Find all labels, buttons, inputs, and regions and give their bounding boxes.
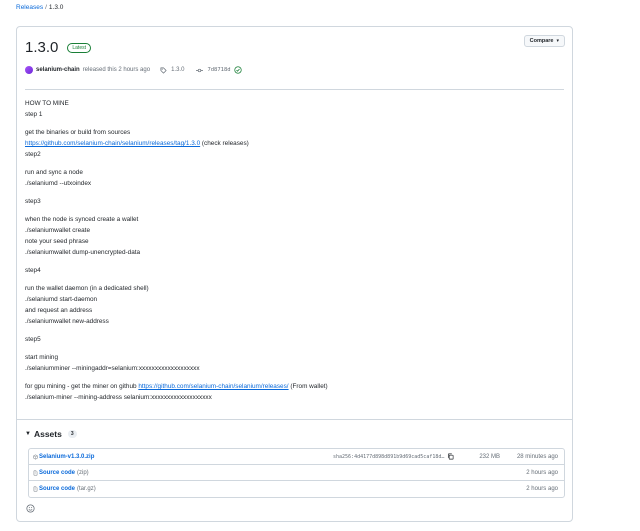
file-zip-icon bbox=[33, 470, 38, 475]
asset-time: 28 minutes ago bbox=[516, 453, 558, 460]
notes-line: (check releases) bbox=[200, 140, 249, 147]
file-zip-icon bbox=[33, 486, 38, 492]
notes-paragraph: run and sync a node ./selaniumd --utxoin… bbox=[25, 167, 565, 189]
breadcrumb-current: 1.3.0 bbox=[48, 4, 64, 11]
assets-heading: Assets bbox=[33, 429, 62, 439]
notes-paragraph: step5 bbox=[25, 334, 565, 345]
caret-down-icon: ▼ bbox=[25, 431, 31, 437]
notes-paragraph: for gpu mining - get the miner on github… bbox=[25, 381, 565, 403]
assets-divider bbox=[17, 419, 572, 420]
release-card: 1.3.0 Latest Compare ▾ selanium-chain re… bbox=[16, 26, 573, 522]
commit-icon bbox=[196, 68, 204, 72]
notes-paragraph: step4 bbox=[25, 265, 565, 276]
package-icon bbox=[33, 454, 38, 459]
avatar[interactable] bbox=[25, 66, 33, 74]
verified-check-icon[interactable] bbox=[234, 66, 242, 74]
notes-line: ./selaniumwallet create bbox=[25, 227, 91, 234]
notes-line: step5 bbox=[25, 336, 41, 343]
asset-link[interactable]: Source code bbox=[39, 486, 75, 492]
notes-line: ./selaniumd start-daemon bbox=[25, 296, 98, 303]
notes-paragraph: start mining ./selaniumminer --miningadd… bbox=[25, 352, 565, 374]
notes-line: HOW TO MINE bbox=[25, 100, 69, 107]
asset-row: Selanium-v1.3.0.zip sha256:4d4177d898d89… bbox=[29, 449, 564, 465]
asset-row: Source code (zip) 2 hours ago bbox=[29, 465, 564, 481]
notes-line: ./selaniumminer --miningaddr=selanium:xx… bbox=[25, 365, 200, 372]
notes-line: step4 bbox=[25, 267, 41, 274]
chevron-down-icon: ▾ bbox=[556, 38, 559, 44]
notes-line: ./selanium-miner --mining-address selani… bbox=[25, 394, 212, 401]
notes-line: for gpu mining - get the miner on github bbox=[25, 383, 139, 390]
notes-line: note your seed phrase bbox=[25, 238, 89, 245]
release-tag-label: 1.3.0 bbox=[171, 67, 185, 73]
notes-line: step 1 bbox=[25, 111, 43, 118]
notes-line: ./selaniumd --utxoindex bbox=[25, 180, 92, 187]
compare-button-label: Compare bbox=[529, 38, 554, 44]
notes-line: start mining bbox=[25, 354, 59, 361]
release-title[interactable]: 1.3.0 bbox=[25, 39, 58, 56]
asset-size: 232 MB bbox=[479, 453, 500, 460]
notes-paragraph: when the node is synced create a wallet … bbox=[25, 214, 565, 258]
release-commit[interactable]: 7d8718d bbox=[196, 67, 231, 74]
asset-format: (zip) bbox=[77, 469, 89, 476]
asset-hash-text: sha256:4d4177d898d891b9d69cad5caf18d… bbox=[333, 453, 445, 460]
asset-time: 2 hours ago bbox=[526, 469, 558, 476]
notes-line: step2 bbox=[25, 151, 41, 158]
release-commit-hash: 7d8718d bbox=[207, 67, 231, 73]
notes-line: run and sync a node bbox=[25, 169, 83, 176]
notes-line: when the node is synced create a wallet bbox=[25, 216, 139, 223]
smiley-icon[interactable] bbox=[26, 504, 35, 513]
latest-badge: Latest bbox=[67, 42, 91, 53]
author-link[interactable]: selanium-chain bbox=[36, 67, 80, 73]
asset-time: 2 hours ago bbox=[526, 486, 558, 492]
notes-paragraph: get the binaries or build from sources h… bbox=[25, 127, 565, 160]
release-tag[interactable]: 1.3.0 bbox=[160, 67, 184, 74]
assets-count: 3 bbox=[67, 430, 77, 438]
release-notes: HOW TO MINE step 1 get the binaries or b… bbox=[25, 98, 565, 410]
breadcrumb-releases-link[interactable]: Releases bbox=[16, 4, 43, 11]
notes-line: ./selaniumwallet new-address bbox=[25, 318, 109, 325]
release-meta: selanium-chain released this 2 hours ago… bbox=[25, 66, 242, 74]
notes-line: step3 bbox=[25, 198, 41, 205]
header-divider bbox=[25, 89, 564, 90]
release-title-row: 1.3.0 Latest bbox=[25, 39, 91, 56]
release-tag-link[interactable]: https://github.com/selanium-chain/selani… bbox=[25, 140, 200, 147]
released-text: released this 2 hours ago bbox=[82, 67, 151, 73]
breadcrumb: Releases/1.3.0 bbox=[16, 4, 63, 11]
compare-button[interactable]: Compare ▾ bbox=[523, 35, 565, 47]
asset-link[interactable]: Source code bbox=[39, 470, 75, 476]
notes-line: (From wallet) bbox=[288, 383, 328, 390]
notes-line: get the binaries or build from sources bbox=[25, 129, 131, 136]
asset-link[interactable]: Selanium-v1.3.0.zip bbox=[39, 454, 94, 460]
assets-toggle[interactable]: ▼ Assets 3 bbox=[25, 429, 77, 439]
tag-icon bbox=[160, 67, 167, 74]
breadcrumb-separator: / bbox=[45, 4, 47, 11]
notes-paragraph: run the wallet daemon (in a dedicated sh… bbox=[25, 283, 565, 327]
asset-hash: sha256:4d4177d898d891b9d69cad5caf18d… bbox=[333, 453, 454, 460]
assets-list: Selanium-v1.3.0.zip sha256:4d4177d898d89… bbox=[28, 448, 565, 498]
copy-icon[interactable] bbox=[447, 453, 454, 460]
asset-format: (tar.gz) bbox=[77, 486, 96, 492]
notes-line: run the wallet daemon (in a dedicated sh… bbox=[25, 285, 149, 292]
asset-row: Source code (tar.gz) 2 hours ago bbox=[29, 481, 564, 497]
notes-line: ./selaniumwallet dump-unencrypted-data bbox=[25, 249, 141, 256]
notes-paragraph: HOW TO MINE step 1 bbox=[25, 98, 565, 120]
notes-line: and request an address bbox=[25, 307, 93, 314]
notes-paragraph: step3 bbox=[25, 196, 565, 207]
releases-link[interactable]: https://github.com/selanium-chain/selani… bbox=[138, 383, 288, 390]
